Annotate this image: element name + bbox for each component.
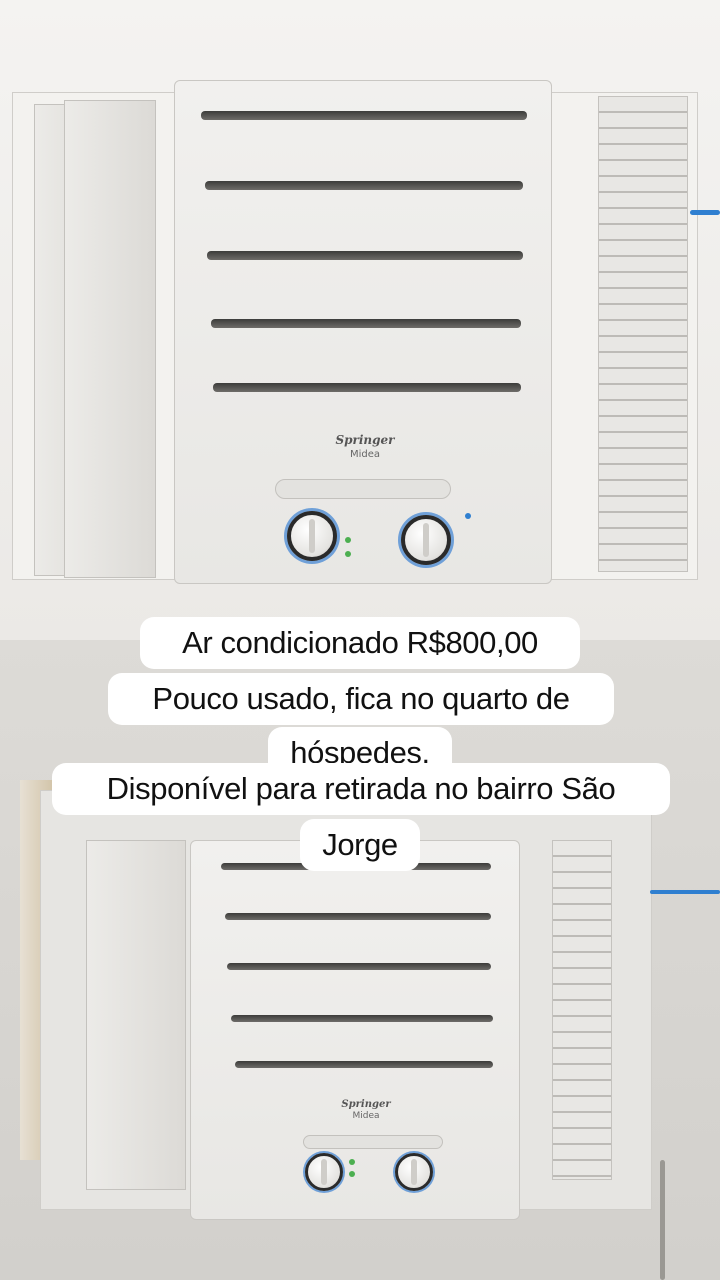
louver (201, 111, 527, 120)
caption-line-neighborhood: Jorge (300, 819, 420, 871)
blue-cable (650, 890, 720, 894)
sub-brand-logo: Midea (349, 449, 381, 460)
grey-cable (660, 1160, 665, 1280)
fan-knob (401, 515, 451, 565)
ac-photo-top: Springer Midea (0, 0, 720, 640)
louver (227, 963, 491, 970)
louver (235, 1061, 493, 1068)
blue-cable (690, 210, 720, 215)
indicator-dot (349, 1171, 355, 1177)
right-side-grille (598, 96, 688, 572)
temperature-knob (287, 511, 337, 561)
control-strip (275, 479, 451, 499)
caption-line-condition: Pouco usado, fica no quarto de (108, 673, 614, 725)
ac-front-panel: Springer Midea (174, 80, 552, 584)
control-strip (303, 1135, 443, 1149)
temperature-knob (305, 1153, 343, 1191)
indicator-dot (345, 551, 351, 557)
left-side-flap (86, 840, 186, 1190)
louver (225, 913, 491, 920)
louver (211, 319, 521, 328)
caption-line-pickup: Disponível para retirada no bairro São (52, 763, 670, 815)
left-side-flap-inner (64, 100, 156, 578)
ac-front-panel: Springer Midea (190, 840, 520, 1220)
louver (231, 1015, 493, 1022)
louver (207, 251, 523, 260)
indicator-dot (465, 513, 471, 519)
brand-logo: Springer (335, 433, 395, 447)
fan-knob (395, 1153, 433, 1191)
louver (205, 181, 523, 190)
caption-line-price: Ar condicionado R$800,00 (140, 617, 580, 669)
right-side-grille (552, 840, 612, 1180)
indicator-dot (349, 1159, 355, 1165)
indicator-dot (345, 537, 351, 543)
brand-logo: Springer (341, 1099, 391, 1110)
louver (213, 383, 521, 392)
sub-brand-logo: Midea (352, 1111, 380, 1121)
